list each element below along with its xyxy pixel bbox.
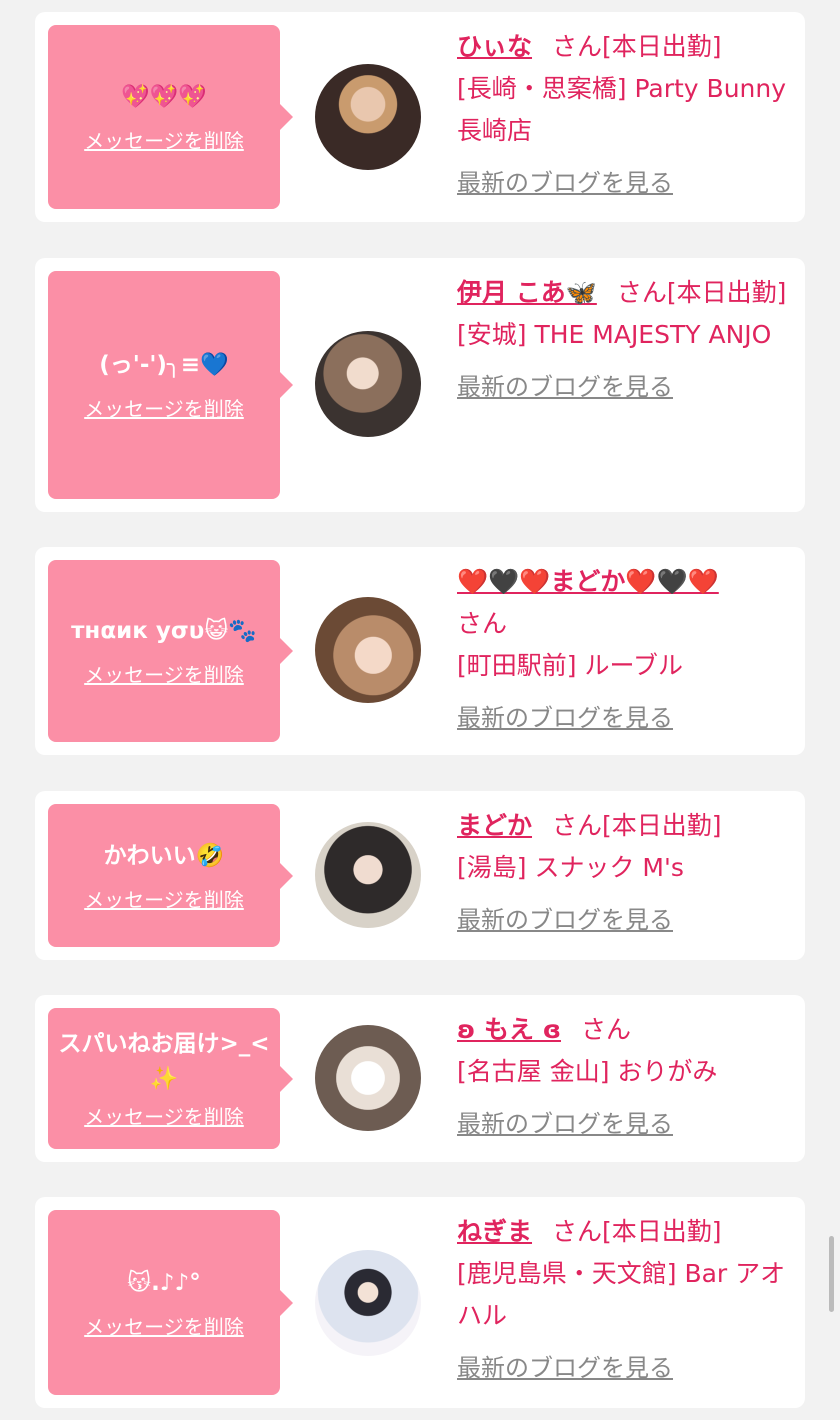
- message-text: тнαик уσυ😺🐾: [71, 618, 257, 644]
- blog-link[interactable]: 最新のブログを見る: [457, 1103, 792, 1145]
- message-bubble: тнαик уσυ😺🐾 メッセージを削除: [48, 560, 293, 742]
- blog-link[interactable]: 最新のブログを見る: [457, 1347, 792, 1389]
- cast-info: ねぎま さん[本日出勤] [鹿児島県・天文館] Bar アオハル 最新のブログを見…: [457, 1211, 792, 1389]
- list-item: かわいい🤣 メッセージを削除 まどか さん[本日出勤] [湯島] スナック M's…: [35, 791, 805, 960]
- message-bubble: 😽.♪♪° メッセージを削除: [48, 1210, 293, 1395]
- list-item: тнαик уσυ😺🐾 メッセージを削除 ❤️🖤❤️まどか❤️🖤❤️ さん [町…: [35, 547, 805, 755]
- cast-status: さん: [457, 609, 508, 638]
- shop-name: [長崎・思案橋] Party Bunny 長崎店: [457, 74, 787, 145]
- delete-message-link[interactable]: メッセージを削除: [84, 393, 244, 422]
- shop-name: [湯島] スナック M's: [457, 853, 684, 882]
- delete-message-link[interactable]: メッセージを削除: [84, 125, 244, 154]
- cast-info: ❤️🖤❤️まどか❤️🖤❤️ さん [町田駅前] ルーブル 最新のブログを見る: [457, 561, 792, 739]
- message-text: (っ'-')╮≡💙: [99, 352, 229, 378]
- cast-name-link[interactable]: ❤️🖤❤️まどか❤️🖤❤️: [457, 567, 719, 596]
- message-bubble: スパいねお届け>_<✨ メッセージを削除: [48, 1008, 293, 1149]
- list-item: 😽.♪♪° メッセージを削除 ねぎま さん[本日出勤] [鹿児島県・天文館] Ba…: [35, 1197, 805, 1408]
- avatar[interactable]: [315, 822, 421, 928]
- delete-message-link[interactable]: メッセージを削除: [84, 659, 244, 688]
- cast-status: さん: [580, 1015, 631, 1044]
- message-bubble: (っ'-')╮≡💙 メッセージを削除: [48, 271, 293, 499]
- shop-name: [町田駅前] ルーブル: [457, 651, 683, 680]
- cast-info: まどか さん[本日出勤] [湯島] スナック M's 最新のブログを見る: [457, 805, 792, 941]
- cast-name-link[interactable]: まどか: [457, 811, 532, 840]
- delete-message-link[interactable]: メッセージを削除: [84, 1101, 244, 1130]
- cast-status: さん[本日出勤]: [616, 278, 787, 307]
- cast-info: 伊月 こあ🦋 さん[本日出勤] [安城] THE MAJESTY ANJO 最新の…: [457, 272, 792, 408]
- cast-status: さん[本日出勤]: [552, 1217, 722, 1246]
- message-bubble: 💖💖💖 メッセージを削除: [48, 25, 293, 209]
- message-text: 😽.♪♪°: [127, 1269, 201, 1296]
- avatar[interactable]: [315, 331, 421, 437]
- scrollbar[interactable]: [829, 1236, 834, 1312]
- blog-link[interactable]: 最新のブログを見る: [457, 162, 792, 204]
- cast-status: さん[本日出勤]: [552, 811, 722, 840]
- avatar[interactable]: [315, 64, 421, 170]
- shop-name: [名古屋 金山] おりがみ: [457, 1057, 718, 1086]
- list-item: スパいねお届け>_<✨ メッセージを削除 ʚ もえ ɞ さん [名古屋 金山] お…: [35, 995, 805, 1162]
- list-item: (っ'-')╮≡💙 メッセージを削除 伊月 こあ🦋 さん[本日出勤] [安城] T…: [35, 258, 805, 512]
- shop-name: [安城] THE MAJESTY ANJO: [457, 320, 772, 349]
- avatar[interactable]: [315, 1025, 421, 1131]
- cast-name-link[interactable]: ʚ もえ ɞ: [457, 1015, 561, 1044]
- shop-name: [鹿児島県・天文館] Bar アオハル: [457, 1259, 786, 1330]
- list-item: 💖💖💖 メッセージを削除 ひぃな さん[本日出勤] [長崎・思案橋] Party …: [35, 12, 805, 222]
- cast-name-link[interactable]: ねぎま: [457, 1217, 532, 1246]
- message-text: 💖💖💖: [121, 84, 207, 110]
- delete-message-link[interactable]: メッセージを削除: [84, 884, 244, 913]
- message-text: スパいねお届け>_<✨: [58, 1031, 270, 1092]
- cast-info: ʚ もえ ɞ さん [名古屋 金山] おりがみ 最新のブログを見る: [457, 1009, 792, 1145]
- cast-info: ひぃな さん[本日出勤] [長崎・思案橋] Party Bunny 長崎店 最新の…: [457, 26, 792, 204]
- message-text: かわいい🤣: [103, 842, 225, 869]
- avatar[interactable]: [315, 1250, 421, 1356]
- blog-link[interactable]: 最新のブログを見る: [457, 697, 792, 739]
- blog-link[interactable]: 最新のブログを見る: [457, 366, 792, 408]
- cast-name-link[interactable]: 伊月 こあ🦋: [457, 278, 597, 307]
- cast-name-link[interactable]: ひぃな: [457, 32, 532, 61]
- cast-status: さん[本日出勤]: [552, 32, 722, 61]
- delete-message-link[interactable]: メッセージを削除: [84, 1311, 244, 1340]
- avatar[interactable]: [315, 597, 421, 703]
- blog-link[interactable]: 最新のブログを見る: [457, 899, 792, 941]
- message-bubble: かわいい🤣 メッセージを削除: [48, 804, 293, 947]
